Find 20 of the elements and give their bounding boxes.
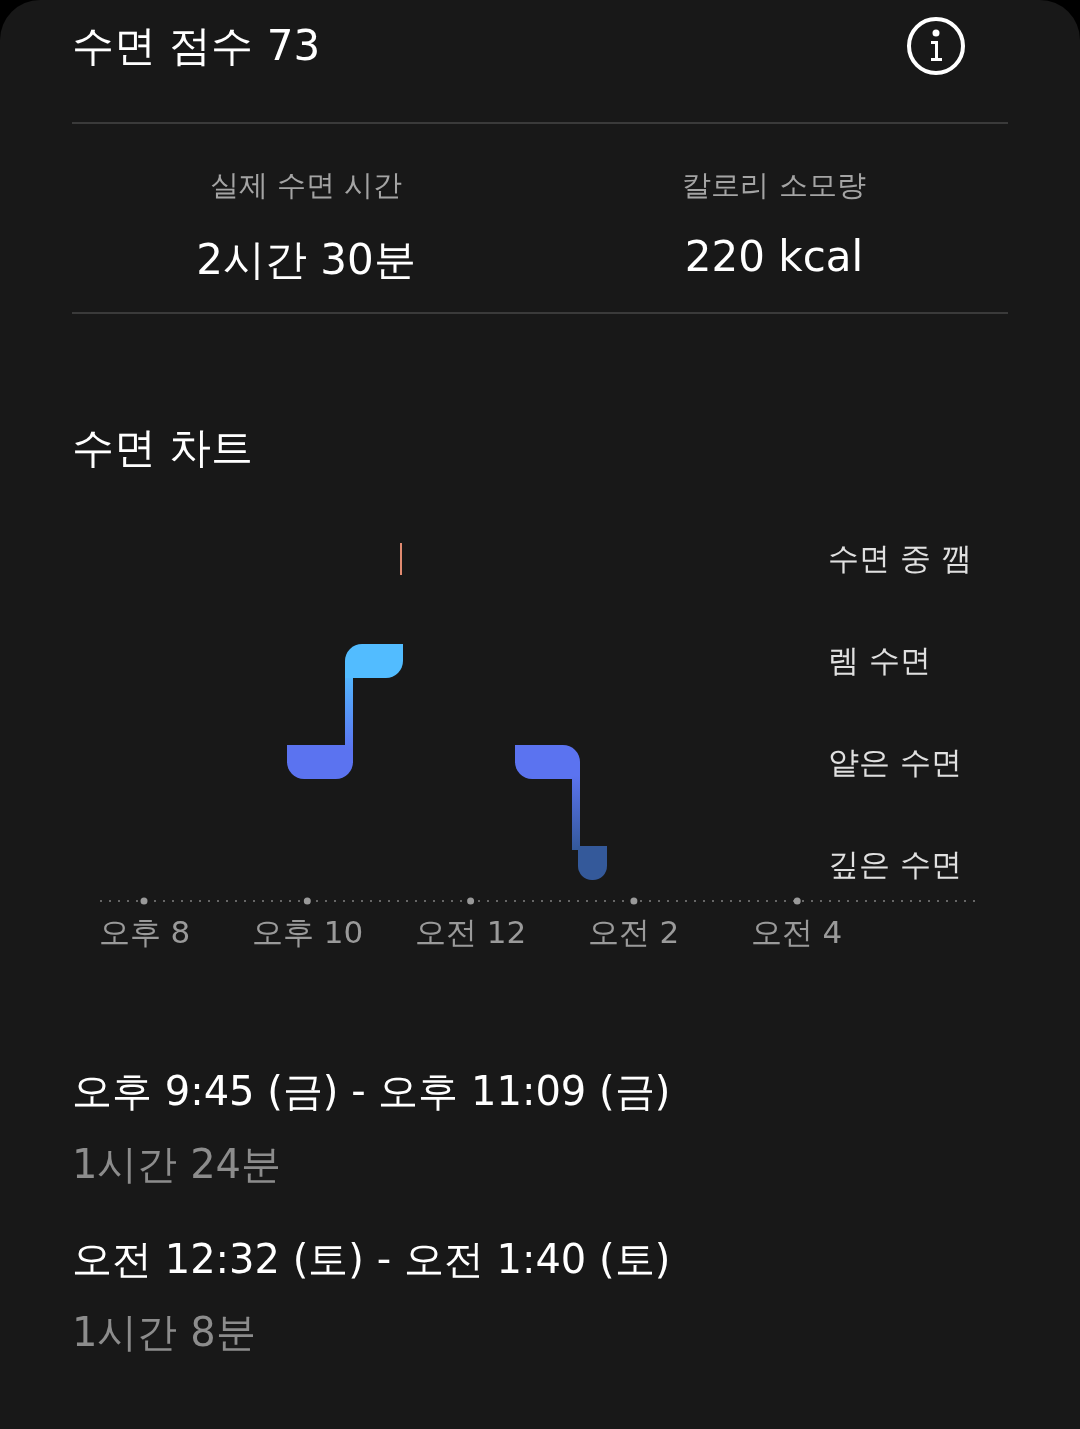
time-label: 오후 10 [250,913,365,952]
chart-title: 수면 차트 [72,422,255,474]
time-label: 오전 12 [413,913,528,952]
stage-label: 수면 중 깸 [828,539,972,578]
info-icon[interactable] [906,16,966,76]
time-label: 오전 2 [586,913,681,952]
session-duration: 1시간 8분 [72,1308,257,1357]
stat-value: 2시간 30분 [196,234,416,286]
session-duration: 1시간 24분 [72,1140,283,1189]
stage-label: 얕은 수면 [828,743,963,782]
stat-label: 칼로리 소모량 [682,167,866,204]
session-time: 오후 9:45 (금) - 오후 11:09 (금) [72,1067,672,1116]
time-label: 오후 8 [97,913,192,952]
time-label: 오전 4 [749,913,844,952]
stat-value: 220 kcal [684,232,864,281]
stage-label: 깊은 수면 [828,845,963,884]
stage-label: 렘 수면 [828,641,932,680]
stat-label: 실제 수면 시간 [209,167,403,204]
session-time: 오전 12:32 (토) - 오전 1:40 (토) [72,1235,672,1284]
sleep-score-title: 수면 점수 73 [72,20,321,72]
